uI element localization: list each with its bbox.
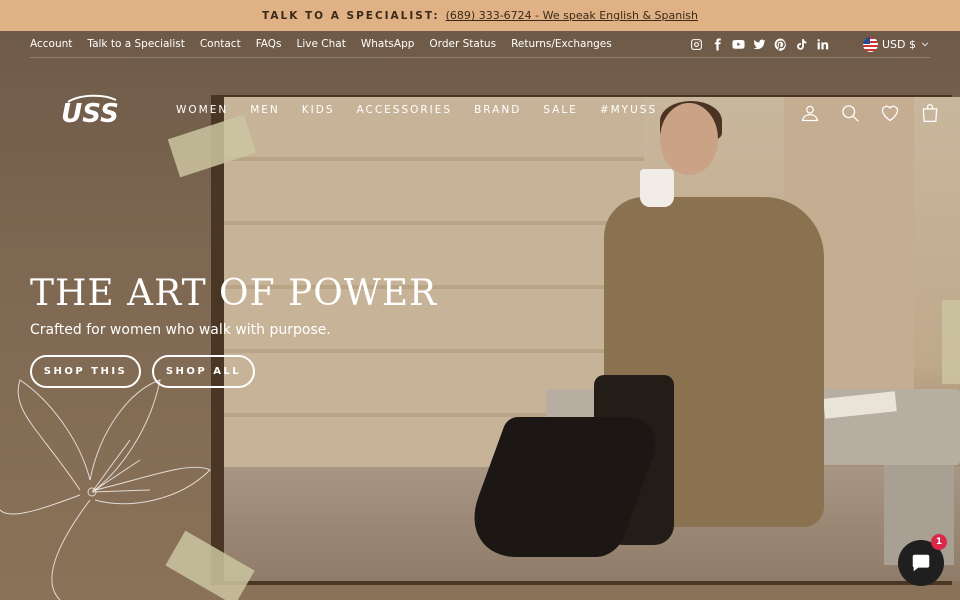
utility-link-order-status[interactable]: Order Status [429, 38, 496, 50]
nav-brand[interactable]: BRAND [474, 104, 521, 116]
utility-link-returns[interactable]: Returns/Exchanges [511, 38, 612, 50]
header-icons [800, 103, 940, 123]
shop-this-button[interactable]: SHOP THIS [30, 355, 141, 388]
nav-accessories[interactable]: ACCESSORIES [357, 104, 453, 116]
nav-men[interactable]: MEN [250, 104, 280, 116]
utility-link-whatsapp[interactable]: WhatsApp [361, 38, 415, 50]
pinterest-icon[interactable] [774, 38, 787, 51]
search-icon[interactable] [840, 103, 860, 123]
us-flag-icon [863, 36, 878, 52]
nav-kids[interactable]: KIDS [302, 104, 335, 116]
utility-link-specialist[interactable]: Talk to a Specialist [87, 38, 184, 50]
currency-label: USD $ [882, 37, 916, 51]
logo-text: USS [61, 99, 119, 129]
cart-icon[interactable] [920, 103, 940, 123]
announcement-label: TALK TO A SPECIALIST: [262, 9, 440, 22]
twitter-icon[interactable] [753, 38, 766, 51]
flower-illustration-icon [0, 379, 211, 600]
nav-sale[interactable]: SALE [543, 104, 578, 116]
uss-logo[interactable]: USS [60, 94, 120, 130]
main-nav: WOMEN MEN KIDS ACCESSORIES BRAND SALE #M… [176, 104, 657, 116]
phone-link[interactable]: (689) 333-6724 - We speak English & Span… [446, 9, 698, 22]
chat-bubble-icon [912, 554, 930, 572]
tiktok-icon[interactable] [795, 38, 808, 51]
linkedin-icon[interactable] [816, 38, 829, 51]
utility-link-faqs[interactable]: FAQs [256, 38, 282, 50]
hero-subtitle: Crafted for women who walk with purpose. [30, 322, 331, 338]
hero-photo [224, 97, 960, 581]
hero-title: THE ART OF POWER [30, 273, 438, 314]
facebook-icon[interactable] [711, 38, 724, 51]
chevron-down-icon [921, 42, 929, 47]
currency-selector[interactable]: USD $ [863, 36, 930, 52]
wishlist-icon[interactable] [880, 103, 900, 123]
chat-badge: 1 [931, 534, 947, 550]
account-icon[interactable] [800, 103, 820, 123]
utility-nav: Account Talk to a Specialist Contact FAQ… [30, 31, 930, 58]
utility-link-live-chat[interactable]: Live Chat [297, 38, 346, 50]
youtube-icon[interactable] [732, 38, 745, 51]
utility-link-account[interactable]: Account [30, 38, 72, 50]
announcement-bar: TALK TO A SPECIALIST: (689) 333-6724 - W… [0, 0, 960, 31]
nav-myuss[interactable]: #MYUSS [600, 104, 657, 116]
nav-women[interactable]: WOMEN [176, 104, 228, 116]
utility-link-contact[interactable]: Contact [200, 38, 241, 50]
tape-decoration [942, 300, 960, 384]
shop-all-button[interactable]: SHOP ALL [152, 355, 255, 388]
instagram-icon[interactable] [690, 38, 703, 51]
